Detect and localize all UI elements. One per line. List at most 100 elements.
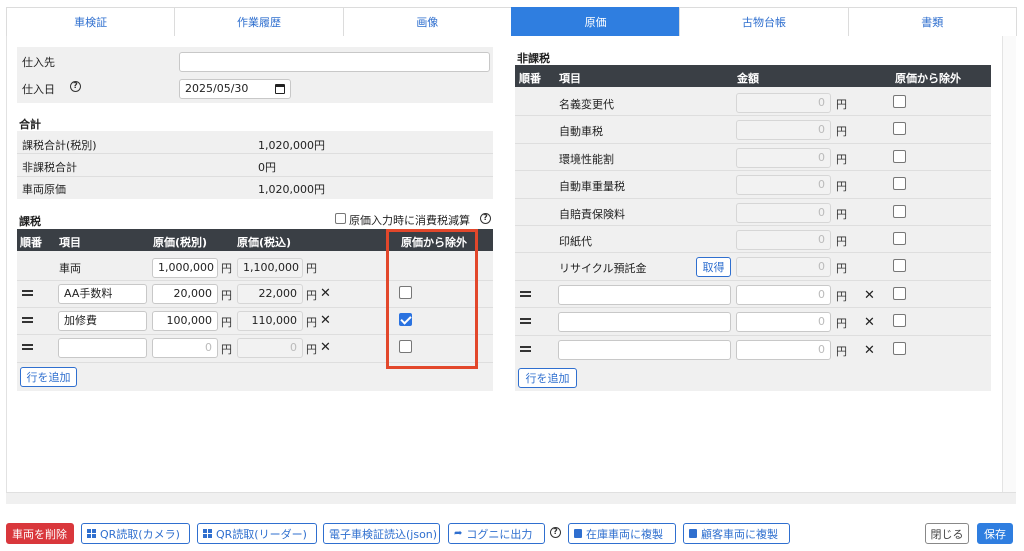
col-item: 項目 — [59, 236, 81, 249]
amount-input[interactable]: 0 — [736, 285, 831, 305]
help-icon[interactable]: ? — [70, 81, 81, 92]
cost-ex-tax-input[interactable]: 100,000 — [152, 311, 218, 331]
export-cogni-button[interactable]: ➦ コグニに出力 — [448, 523, 545, 544]
tab-work-history[interactable]: 作業履歴 — [174, 7, 344, 36]
vertical-scrollbar[interactable] — [1002, 36, 1016, 492]
supplier-input[interactable] — [179, 52, 490, 72]
exclude-checkbox[interactable] — [893, 95, 906, 108]
amount-input[interactable]: 0 — [736, 257, 831, 277]
amount-input[interactable]: 0 — [736, 312, 831, 332]
fetch-recycle-button[interactable]: 取得 — [696, 257, 731, 277]
qr-reader-button[interactable]: QR読取(リーダー) — [197, 523, 317, 544]
nontaxable-item-input[interactable] — [558, 285, 731, 305]
qr-camera-label: QR読取(カメラ) — [100, 527, 180, 541]
add-row-button[interactable]: 行を追加 — [518, 368, 577, 388]
exclude-checkbox[interactable] — [893, 205, 906, 218]
delete-row-icon[interactable]: ✕ — [864, 316, 875, 329]
amount-input[interactable]: 0 — [736, 203, 831, 223]
yen-unit: 円 — [221, 343, 232, 356]
close-label: 閉じる — [930, 527, 964, 541]
divider — [515, 252, 991, 253]
calendar-icon[interactable] — [275, 84, 285, 94]
taxable-item-input[interactable] — [58, 338, 147, 358]
col-cost-ex-tax: 原価(税別) — [153, 236, 208, 249]
nontaxable-item-input[interactable] — [558, 312, 731, 332]
exclude-checkbox[interactable] — [893, 232, 906, 245]
drag-handle-icon[interactable] — [520, 346, 531, 352]
exclude-checkbox[interactable] — [893, 342, 906, 355]
totals-title: 合計 — [19, 118, 41, 131]
exclude-checkbox[interactable] — [893, 122, 906, 135]
nontaxable-item-text: 印紙代 — [559, 235, 592, 248]
col-order: 順番 — [20, 236, 42, 249]
tab-cost[interactable]: 原価 — [510, 7, 681, 36]
amount-input[interactable]: 0 — [736, 93, 831, 113]
tab-documents[interactable]: 書類 — [847, 7, 1017, 36]
drag-handle-icon[interactable] — [22, 344, 33, 350]
cost-ex-tax-input[interactable]: 0 — [152, 338, 218, 358]
horizontal-scrollbar[interactable] — [6, 492, 1016, 504]
help-icon[interactable]: ? — [550, 527, 561, 538]
exclude-checkbox[interactable] — [893, 150, 906, 163]
exclude-checkbox[interactable] — [893, 177, 906, 190]
divider — [515, 198, 991, 199]
delete-row-icon[interactable]: ✕ — [320, 287, 331, 300]
save-button[interactable]: 保存 — [977, 523, 1013, 544]
delete-row-icon[interactable]: ✕ — [864, 344, 875, 357]
amount-input[interactable]: 0 — [736, 120, 831, 140]
divider — [515, 170, 991, 171]
drag-handle-icon[interactable] — [520, 291, 531, 297]
yen-unit: 円 — [836, 317, 847, 330]
load-ecert-json-button[interactable]: 電子車検証読込(json) — [323, 523, 440, 544]
exclude-checkbox[interactable] — [893, 259, 906, 272]
amount-input[interactable]: 0 — [736, 340, 831, 360]
purchase-date-input[interactable]: 2025/05/30 — [179, 79, 291, 99]
nontaxable-item-text: 自動車重量税 — [559, 180, 625, 193]
exclude-checkbox[interactable] — [893, 314, 906, 327]
col-cost-in-tax: 原価(税込) — [237, 236, 292, 249]
qr-camera-button[interactable]: QR読取(カメラ) — [81, 523, 190, 544]
divider — [515, 280, 991, 281]
tab-vehicle-cert[interactable]: 車検証 — [6, 7, 176, 36]
tab-antique-ledger[interactable]: 古物台帳 — [679, 7, 849, 36]
amount-input[interactable]: 0 — [736, 230, 831, 250]
drag-handle-icon[interactable] — [22, 317, 33, 323]
yen-unit: 円 — [836, 262, 847, 275]
yen-unit: 円 — [306, 316, 317, 329]
nontaxable-item-text: 自動車税 — [559, 125, 603, 138]
yen-unit: 円 — [306, 289, 317, 302]
cost-in-tax-input: 110,000 — [237, 311, 303, 331]
exclude-checkbox[interactable] — [893, 287, 906, 300]
delete-row-icon[interactable]: ✕ — [320, 341, 331, 354]
nontaxable-item-input[interactable] — [558, 340, 731, 360]
yen-unit: 円 — [836, 180, 847, 193]
cost-in-tax-input: 22,000 — [237, 284, 303, 304]
help-icon[interactable]: ? — [480, 213, 491, 224]
taxable-item-input[interactable]: AA手数料 — [58, 284, 147, 304]
cost-ex-tax-input[interactable]: 20,000 — [152, 284, 218, 304]
amount-input[interactable]: 0 — [736, 175, 831, 195]
drag-handle-icon[interactable] — [520, 318, 531, 324]
tab-images[interactable]: 画像 — [342, 7, 512, 36]
taxable-item-input[interactable]: 加修費 — [58, 311, 147, 331]
yen-unit: 円 — [836, 345, 847, 358]
yen-unit: 円 — [836, 290, 847, 303]
close-button[interactable]: 閉じる — [925, 523, 969, 544]
copy-to-customer-button[interactable]: 顧客車両に複製 — [683, 523, 790, 544]
delete-row-icon[interactable]: ✕ — [320, 314, 331, 327]
col-item: 項目 — [559, 72, 581, 85]
copy-to-stock-button[interactable]: 在庫車両に複製 — [568, 523, 676, 544]
cost-ex-tax-input[interactable]: 1,000,000 — [152, 258, 218, 278]
amount-input[interactable]: 0 — [736, 148, 831, 168]
yen-unit: 円 — [221, 289, 232, 302]
delete-row-icon[interactable]: ✕ — [864, 289, 875, 302]
yen-unit: 円 — [836, 98, 847, 111]
tax-reduce-checkbox[interactable] — [335, 213, 346, 224]
delete-vehicle-button[interactable]: 車両を削除 — [6, 523, 74, 544]
col-amount: 金額 — [737, 72, 759, 85]
divider — [515, 225, 991, 226]
drag-handle-icon[interactable] — [22, 290, 33, 296]
total-taxable-value: 1,020,000円 — [258, 139, 325, 152]
cost-in-tax-input: 0 — [237, 338, 303, 358]
add-row-button[interactable]: 行を追加 — [20, 367, 77, 387]
